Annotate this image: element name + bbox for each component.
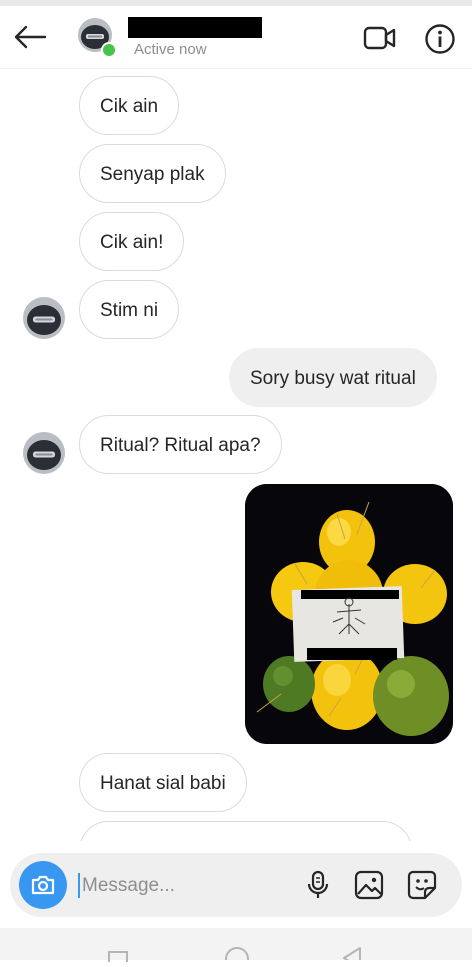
message-bubble-incoming-partial[interactable] — [79, 821, 412, 841]
system-navigation-bar — [0, 928, 472, 967]
message-bubble-incoming[interactable]: Cik ain! — [79, 212, 185, 271]
ritual-photo — [245, 484, 453, 744]
sender-avatar[interactable] — [23, 432, 65, 474]
back-nav-button[interactable] — [340, 946, 362, 967]
microphone-icon — [307, 870, 329, 898]
square-icon — [108, 951, 128, 967]
message-bubble-outgoing[interactable]: Sory busy wat ritual — [229, 348, 437, 407]
voice-message-button[interactable] — [302, 869, 334, 901]
photo-message[interactable] — [245, 484, 453, 744]
contact-name-redacted — [128, 17, 262, 38]
back-arrow-icon — [14, 25, 47, 49]
message-bubble-incoming[interactable]: Ritual? Ritual apa? — [79, 415, 282, 474]
gallery-icon — [354, 870, 384, 900]
online-status-dot — [101, 42, 117, 58]
info-button[interactable] — [422, 21, 458, 57]
message-input[interactable] — [80, 865, 294, 907]
recent-apps-button[interactable] — [108, 949, 128, 967]
message-bubble-incoming[interactable]: Hanat sial babi — [79, 753, 247, 812]
back-button[interactable] — [10, 20, 50, 54]
message-thread: Cik ain Senyap plak Cik ain! Stim ni Sor… — [0, 69, 472, 841]
video-call-icon — [363, 26, 396, 50]
info-icon — [425, 24, 455, 54]
message-composer — [10, 853, 462, 917]
camera-icon — [31, 875, 55, 895]
chat-header: Active now — [0, 6, 472, 69]
circle-icon — [225, 947, 249, 967]
triangle-back-icon — [343, 947, 361, 967]
sticker-icon — [407, 870, 437, 900]
sticker-button[interactable] — [406, 869, 438, 901]
gallery-button[interactable] — [353, 869, 385, 901]
home-button[interactable] — [224, 946, 250, 967]
video-call-button[interactable] — [360, 23, 400, 53]
message-bubble-incoming[interactable]: Stim ni — [79, 280, 180, 339]
camera-button[interactable] — [19, 861, 67, 909]
message-bubble-incoming[interactable]: Cik ain — [79, 76, 180, 135]
sender-avatar[interactable] — [23, 297, 65, 339]
activity-status: Active now — [134, 41, 207, 58]
message-bubble-incoming[interactable]: Senyap plak — [79, 144, 226, 203]
